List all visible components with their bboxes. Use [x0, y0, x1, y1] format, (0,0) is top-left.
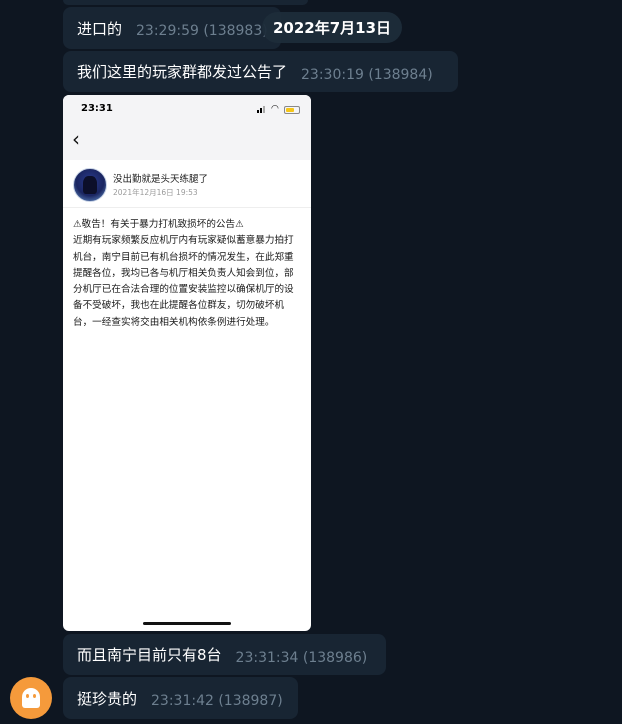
message-bubble[interactable]: 我们这里的玩家群都发过公告了 23:30:19 (138984): [63, 51, 458, 92]
author-name: 没出勤就是头天练腿了: [113, 174, 209, 185]
sender-avatar[interactable]: [10, 677, 52, 719]
date-separator: 2022年7月13日: [262, 12, 402, 43]
divider: [63, 207, 311, 208]
wifi-icon: ◠: [271, 104, 279, 114]
previous-message-edge: [63, 0, 308, 5]
message-bubble[interactable]: 挺珍贵的 23:31:42 (138987): [63, 677, 298, 719]
message-bubble[interactable]: 进口的 23:29:59 (138983): [63, 7, 281, 49]
message-time: 23:31:42 (138987): [151, 693, 283, 709]
message-bubble[interactable]: 而且南宁目前只有8台 23:31:34 (138986): [63, 634, 386, 675]
message-time: 23:30:19 (138984): [301, 66, 433, 83]
battery-icon: [284, 106, 300, 114]
message-time: 23:29:59 (138983): [136, 23, 268, 39]
phone-status-bar: 23:31 ◠: [63, 95, 311, 123]
ghost-icon: [22, 688, 40, 708]
message-text: 挺珍贵的: [77, 689, 138, 708]
chevron-left-icon: ‹: [72, 127, 80, 151]
phone-nav-bar: ‹: [63, 123, 311, 160]
image-attachment[interactable]: 23:31 ◠ ‹ 没出勤就是头天练腿了 2021年12月16日 19:53 ⚠…: [63, 95, 311, 631]
signal-icon: [257, 106, 267, 113]
message-text: 我们这里的玩家群都发过公告了: [77, 63, 288, 81]
phone-clock: 23:31: [81, 103, 113, 114]
message-text: 进口的: [77, 19, 123, 38]
post-date: 2021年12月16日 19:53: [113, 188, 198, 197]
author-avatar: [73, 168, 107, 202]
post-body: ⚠敬告！有关于暴力打机致损坏的公告⚠ 近期有玩家频繁反应机厅内有玩家疑似蓄意暴力…: [73, 219, 294, 328]
message-text: 而且南宁目前只有8台: [77, 646, 222, 664]
message-time: 23:31:34 (138986): [235, 649, 368, 666]
home-indicator: [143, 622, 231, 625]
